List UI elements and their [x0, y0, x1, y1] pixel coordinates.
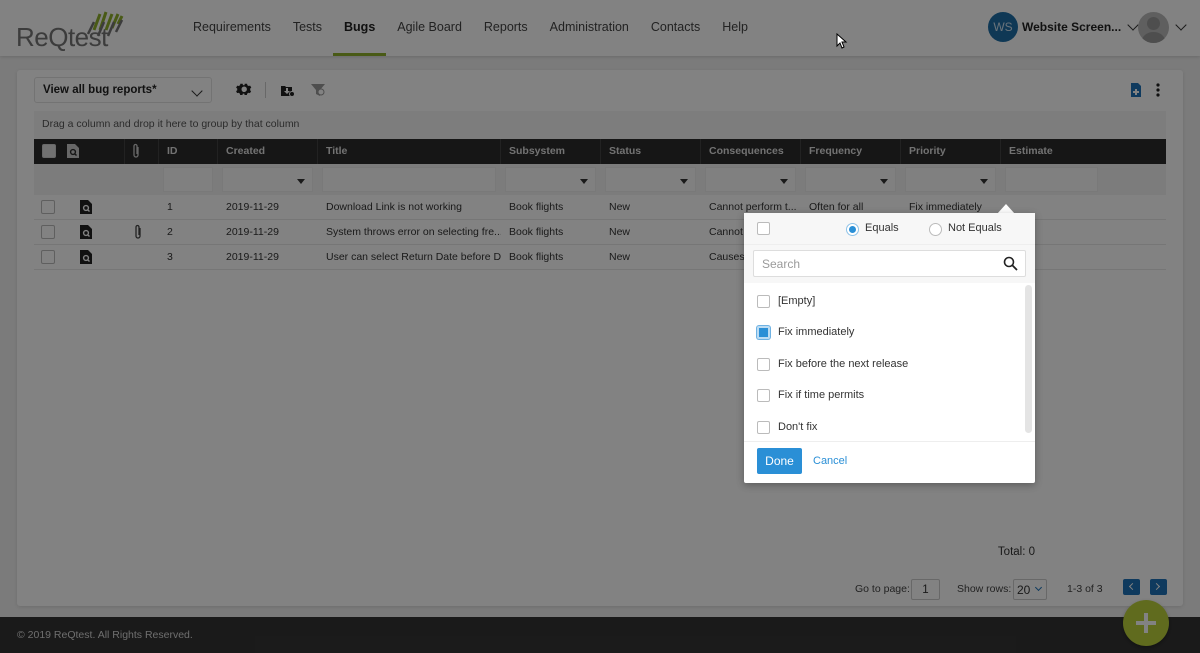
option-label: Don't fix [778, 421, 818, 433]
option-checkbox[interactable] [757, 420, 770, 434]
equals-label[interactable]: Equals [865, 222, 899, 234]
option-label: Fix immediately [778, 326, 855, 338]
filter-option-fix-if-time[interactable]: Fix if time permits [757, 385, 864, 405]
filter-option-empty[interactable]: [Empty] [757, 291, 815, 311]
select-all-checkbox[interactable] [757, 222, 770, 235]
done-button[interactable]: Done [757, 448, 802, 474]
option-label: [Empty] [778, 295, 816, 307]
equals-radio[interactable] [846, 223, 859, 236]
options-scrollbar[interactable] [1025, 285, 1032, 433]
filter-actions: Done Cancel [744, 441, 1035, 483]
option-label: Fix if time permits [778, 389, 865, 401]
option-checkbox[interactable] [757, 294, 770, 308]
not-equals-label[interactable]: Not Equals [948, 222, 1002, 234]
not-equals-radio[interactable] [929, 223, 942, 236]
mouse-cursor-icon [836, 33, 848, 49]
filter-search-area [744, 245, 1035, 283]
option-checkbox-checked[interactable] [757, 325, 770, 339]
option-checkbox[interactable] [757, 357, 770, 371]
option-label: Fix before the next release [778, 358, 909, 370]
priority-filter-popup: Equals Not Equals [Empty] Fix immediatel… [744, 213, 1035, 483]
filter-option-fix-immediately[interactable]: Fix immediately [757, 322, 854, 342]
search-icon[interactable] [1003, 256, 1018, 271]
filter-option-dont-fix[interactable]: Don't fix [757, 417, 817, 437]
cancel-button[interactable]: Cancel [813, 455, 847, 467]
option-checkbox[interactable] [757, 388, 770, 402]
filter-mode-bar: Equals Not Equals [744, 213, 1035, 245]
filter-options-list: [Empty] Fix immediately Fix before the n… [744, 283, 1035, 441]
filter-option-fix-before-release[interactable]: Fix before the next release [757, 354, 908, 374]
filter-search-input[interactable] [753, 250, 1026, 277]
